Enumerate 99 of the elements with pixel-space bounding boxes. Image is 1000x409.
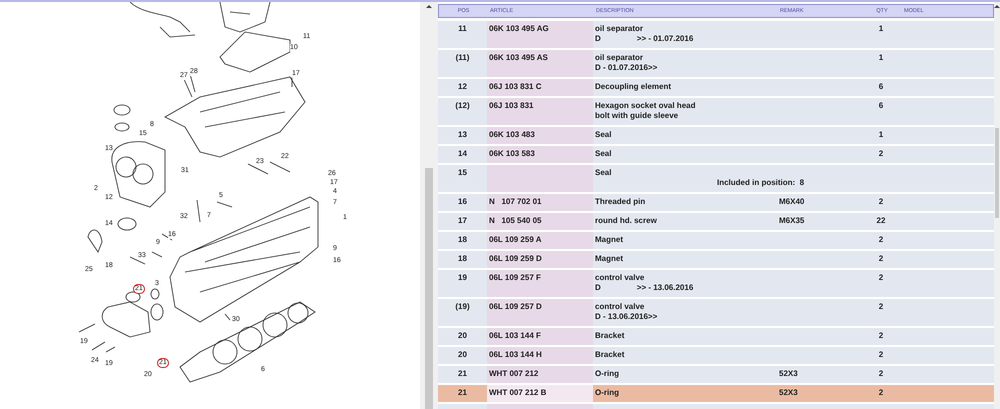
description-text: D [595,34,601,44]
pos-cell-text: 14 [457,148,468,160]
description-text: Seal [595,168,612,178]
article-cell: 06L 109 259 A [489,235,542,244]
description-text: Bracket [595,350,624,360]
pos-cell-text: 19 [457,272,468,284]
pos-cell-text: (12) [454,100,471,112]
article-cell: 06K 103 495 AS [489,53,548,62]
description-text: control valve [595,273,644,283]
table-row[interactable]: 21 WHT 007 212 O-ring 52X3 2 [438,366,994,383]
pos-cell-text: 21 [457,368,468,380]
table-row[interactable]: 20 06L 103 144 H Bracket 2 [438,347,994,364]
table-row[interactable]: 14 06K 103 583 Seal 2 [438,146,994,163]
scroll-up-icon[interactable] [994,5,1000,8]
pos-cell-text: 18 [457,253,468,265]
table-row[interactable]: 16 N 107 702 01 Threaded pin M6X40 2 [438,194,994,211]
table-row[interactable]: 15 Seal Included in position: 8 [438,165,994,192]
pos-cell-text: 13 [457,129,468,141]
table-row[interactable]: 12 06J 103 831 C Decoupling element 6 [438,79,994,96]
remark-cell: M6X35 [779,216,804,225]
pos-cell-text: (11) [454,52,470,64]
pos-cell-text: 15 [457,167,468,179]
description-text: >> - 13.06.2016 [636,283,694,293]
description-text: O-ring [595,369,619,379]
scrollbar-thumb[interactable] [995,128,999,218]
description-text: Magnet [595,254,623,264]
description-text: Hexagon socket oval head [595,101,696,111]
description-text: >> - 01.07.2016 [636,34,694,44]
pos-cell-text: 12 [457,81,468,93]
article-cell: 06J 103 831 C [489,82,542,91]
article-cell: 06K 103 495 AG [489,24,549,33]
article-cell: 06J 103 831 [489,101,534,110]
article-cell: 06L 103 144 H [489,350,542,359]
table-row[interactable]: (11) 06K 103 495 AS oil separator D - 01.07.2016>> 1 [438,50,994,77]
description-text: D [595,283,601,293]
description-text: Threaded pin [595,197,646,207]
article-cell: N 107 702 01 [489,197,542,206]
article-cell: 06L 103 144 F [489,331,541,340]
qty-cell: 2 [878,197,884,206]
table-row[interactable]: 20 06L 103 144 F Bracket 2 [438,328,994,345]
qty-cell: 2 [878,235,884,244]
qty-cell: 1 [878,53,884,62]
table-row[interactable]: (12) 06J 103 831 Hexagon socket oval head bolt with guide sleeve 6 [438,98,994,125]
qty-cell: 2 [878,388,884,397]
description-text: Bracket [595,331,624,341]
pos-cell-text: 20 [457,349,468,361]
pos-cell-text: 11 [457,23,468,35]
table-row[interactable]: 19 06L 109 257 F control valve D >> - 13.06.2016 2 [438,270,994,297]
article-cell: WHT 007 212 [489,369,538,378]
pos-cell-text: 17 [457,215,468,227]
qty-cell: 22 [876,216,886,225]
remark-cell: M6X40 [779,197,804,206]
included-note: Included in position: 8 [717,178,804,188]
qty-cell: 6 [878,101,884,110]
qty-cell: 2 [878,254,884,263]
description-text: O-ring [595,388,619,398]
article-cell: WHT 007 212 B [489,388,546,397]
article-cell: N 105 540 05 [489,216,542,225]
pos-cell-text: 18 [457,234,468,246]
table-row[interactable]: 18 06L 109 259 D Magnet 2 [438,251,994,268]
qty-cell: 2 [878,350,884,359]
pos-cell-text: 16 [457,196,468,208]
remark-cell: 52X3 [779,388,798,397]
description-text: Magnet [595,235,623,245]
qty-cell: 6 [878,82,884,91]
table-row[interactable]: 18 06L 109 259 A Magnet 2 [438,232,994,249]
article-cell: 06L 109 257 D [489,302,542,311]
qty-cell: 1 [878,24,884,33]
article-cell: 06L 109 259 D [489,254,542,263]
description-text: Seal [595,130,612,140]
description-text: Decoupling element [595,82,672,92]
description-text: oil separator [595,53,644,63]
description-text: round hd. screw [595,216,657,226]
qty-cell: 2 [878,369,884,378]
qty-cell: 2 [878,273,884,282]
qty-cell: 1 [878,130,884,139]
remark-cell: 52X3 [779,369,798,378]
qty-cell: 2 [878,331,884,340]
description-text: D - 01.07.2016>> [595,63,658,73]
qty-cell: 2 [878,302,884,311]
pos-cell-text: (19) [454,301,471,313]
description-text: oil separator [595,24,644,34]
table-row[interactable]: (19) 06L 109 257 D control valve D - 13.06.2016>> 2 [438,299,994,326]
article-cell: 06K 103 483 [489,130,535,139]
table-row[interactable]: 21 WHT 007 212 B O-ring 52X3 2 [438,385,994,402]
table-row[interactable]: 17 N 105 540 05 round hd. screw M6X35 22 [438,213,994,230]
pos-cell-text: 21 [457,387,468,399]
scroll-up-icon[interactable] [426,5,432,8]
scrollbar-thumb[interactable] [425,168,433,409]
article-cell: 06L 109 257 F [489,273,541,282]
description-text: control valve [595,302,644,312]
description-text: bolt with guide sleeve [595,111,678,121]
pos-cell-text: 20 [457,330,468,342]
description-text: D - 13.06.2016>> [595,312,658,322]
qty-cell: 2 [878,149,884,158]
table-row[interactable]: 11 06K 103 495 AG oil separator D >> - 01.07.2016 1 [438,21,994,48]
article-cell: 06K 103 583 [489,149,535,158]
description-text: Seal [595,149,612,159]
table-row[interactable]: 13 06K 103 483 Seal 1 [438,127,994,144]
